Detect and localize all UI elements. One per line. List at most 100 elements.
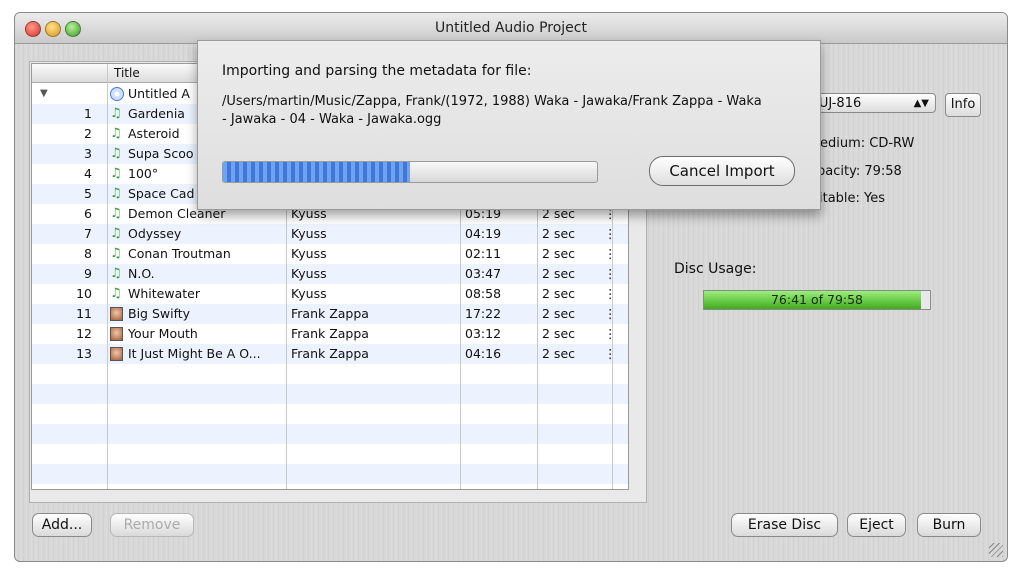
capacity-info: pacity: 79:58 (817, 164, 902, 179)
track-pause: 2 sec (542, 306, 576, 321)
music-note-icon: ♫ (110, 126, 122, 141)
row-handle-icon[interactable]: ⋮ (604, 326, 617, 341)
track-artist: Frank Zappa (291, 326, 369, 341)
track-title: Odyssey (128, 226, 182, 241)
track-pause: 2 sec (542, 286, 576, 301)
disclosure-triangle-icon[interactable]: ▼ (40, 88, 48, 99)
empty-row (32, 484, 628, 489)
track-time: 02:11 (465, 246, 502, 261)
row-handle-icon[interactable]: ⋮ (604, 226, 617, 241)
track-pause: 2 sec (542, 346, 576, 361)
track-number: 8 (84, 246, 92, 261)
track-artist: Frank Zappa (291, 306, 369, 321)
track-number: 1 (84, 106, 92, 121)
table-row[interactable]: 7 ♫ Odyssey Kyuss 04:19 2 sec ⋮ (32, 224, 628, 244)
music-note-icon: ♫ (110, 146, 122, 161)
table-row[interactable]: 13 It Just Might Be A O... Frank Zappa 04:1… (32, 344, 628, 364)
info-button[interactable]: Info (945, 93, 981, 117)
track-title: Whitewater (128, 286, 200, 301)
track-number: 9 (84, 266, 92, 281)
album-art-icon (110, 327, 123, 341)
track-title: 100° (128, 166, 159, 181)
column-title-header[interactable]: Title (114, 66, 140, 80)
cancel-import-button[interactable]: Cancel Import (649, 156, 795, 186)
table-row[interactable]: 8 ♫ Conan Troutman Kyuss 02:11 2 sec ⋮ (32, 244, 628, 264)
track-title: Big Swifty (128, 306, 191, 321)
writable-info: itable: Yes (819, 191, 886, 206)
track-title: N.O. (128, 266, 155, 281)
empty-row (32, 404, 628, 424)
track-title: Your Mouth (128, 326, 198, 341)
resize-grip[interactable] (989, 543, 1003, 557)
track-title: Conan Troutman (128, 246, 231, 261)
disc-usage-bar: 76:41 of 79:58 (703, 290, 931, 310)
music-note-icon: ♫ (110, 226, 122, 241)
track-time: 03:12 (465, 326, 502, 341)
table-row[interactable]: 10 ♫ Whitewater Kyuss 08:58 2 sec ⋮ (32, 284, 628, 304)
track-title: It Just Might Be A O... (128, 346, 261, 361)
cd-icon (110, 87, 124, 101)
medium-info: edium: CD-RW (820, 136, 915, 151)
track-time: 08:58 (465, 286, 502, 301)
track-artist: Kyuss (291, 266, 327, 281)
track-number: 13 (76, 346, 92, 361)
window-title: Untitled Audio Project (435, 20, 587, 36)
table-row[interactable]: 12 Your Mouth Frank Zappa 03:12 2 sec ⋮ (32, 324, 628, 344)
track-artist: Kyuss (291, 286, 327, 301)
row-handle-icon[interactable]: ⋮ (604, 306, 617, 321)
import-heading: Importing and parsing the metadata for f… (222, 63, 532, 79)
music-note-icon: ♫ (110, 166, 122, 181)
table-row[interactable]: 11 Big Swifty Frank Zappa 17:22 2 sec ⋮ (32, 304, 628, 324)
track-number: 10 (76, 286, 92, 301)
track-number: 6 (84, 206, 92, 221)
track-artist: Kyuss (291, 246, 327, 261)
track-time: 04:16 (465, 346, 502, 361)
music-note-icon: ♫ (110, 266, 122, 281)
track-number: 4 (84, 166, 92, 181)
track-pause: 2 sec (542, 246, 576, 261)
track-pause: 2 sec (542, 266, 576, 281)
track-title: Supa Scoo (128, 146, 194, 161)
track-artist: Frank Zappa (291, 346, 369, 361)
row-handle-icon[interactable]: ⋮ (604, 266, 617, 281)
empty-row (32, 384, 628, 404)
disc-usage-label: Disc Usage: (674, 261, 757, 277)
row-handle-icon[interactable]: ⋮ (604, 286, 617, 301)
music-note-icon: ♫ (110, 106, 122, 121)
popup-arrows-icon: ▲▼ (913, 98, 929, 109)
erase-disc-button[interactable]: Erase Disc (731, 513, 838, 537)
track-pause: 2 sec (542, 226, 576, 241)
track-number: 7 (84, 226, 92, 241)
eject-button[interactable]: Eject (847, 513, 906, 537)
track-title: Asteroid (128, 126, 180, 141)
import-progress-fill (223, 162, 410, 182)
track-time: 17:22 (465, 306, 502, 321)
track-number: 11 (76, 306, 92, 321)
table-row[interactable]: 9 ♫ N.O. Kyuss 03:47 2 sec ⋮ (32, 264, 628, 284)
remove-button[interactable]: Remove (110, 513, 194, 537)
music-note-icon: ♫ (110, 186, 122, 201)
project-title: Untitled A (128, 86, 190, 101)
disc-usage-text: 76:41 of 79:58 (770, 292, 864, 307)
empty-row (32, 464, 628, 484)
empty-row (32, 424, 628, 444)
add-button[interactable]: Add... (32, 513, 92, 537)
track-number: 5 (84, 186, 92, 201)
burn-button[interactable]: Burn (917, 513, 981, 537)
import-progress-bar (222, 161, 598, 183)
track-title: Space Cad (128, 186, 195, 201)
row-handle-icon[interactable]: ⋮ (604, 346, 617, 361)
empty-row (32, 444, 628, 464)
track-time: 04:19 (465, 226, 502, 241)
track-title: Gardenia (128, 106, 185, 121)
music-note-icon: ♫ (110, 246, 122, 261)
import-sheet: Importing and parsing the metadata for f… (197, 40, 821, 210)
album-art-icon (110, 347, 123, 361)
track-number: 3 (84, 146, 92, 161)
row-handle-icon[interactable]: ⋮ (604, 246, 617, 261)
track-number: 12 (76, 326, 92, 341)
track-number: 2 (84, 126, 92, 141)
empty-row (32, 364, 628, 384)
music-note-icon: ♫ (110, 206, 122, 221)
music-note-icon: ♫ (110, 286, 122, 301)
